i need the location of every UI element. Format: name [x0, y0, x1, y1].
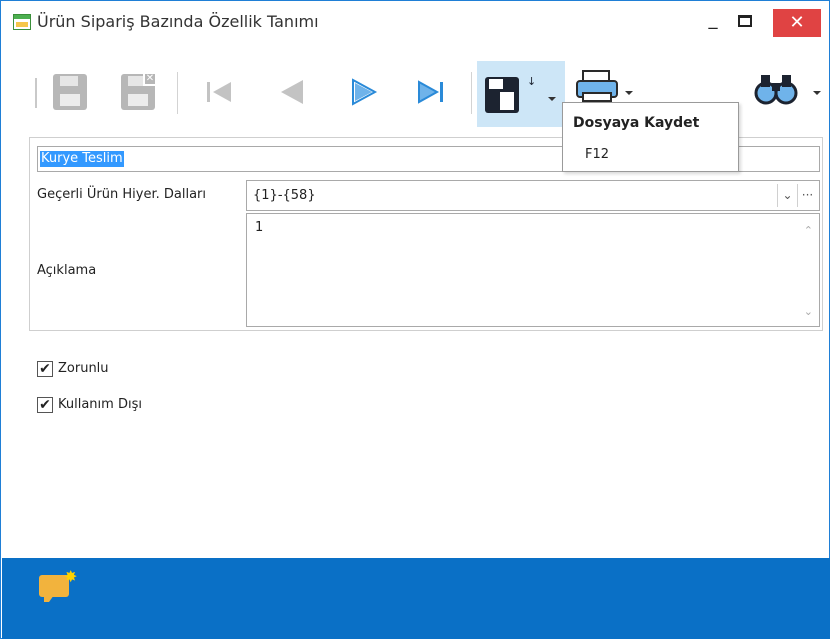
- toolbar-separator: [471, 72, 472, 114]
- next-record-icon: [352, 78, 378, 106]
- required-label: Zorunlu: [58, 361, 109, 376]
- hierarchy-label: Geçerli Ürün Hiyer. Dalları: [37, 187, 207, 202]
- minimize-button[interactable]: _: [701, 11, 725, 33]
- disabled-label: Kullanım Dışı: [58, 397, 142, 412]
- close-button[interactable]: ✕: [773, 9, 821, 37]
- first-record-icon: [207, 82, 231, 102]
- disabled-checkbox[interactable]: ✔: [37, 397, 53, 413]
- description-textarea[interactable]: 1 ⌃ ⌄: [246, 213, 820, 327]
- previous-record-icon: [281, 80, 303, 104]
- description-value: 1: [255, 220, 264, 235]
- search-dropdown-arrow-icon[interactable]: [813, 91, 821, 95]
- previous-record-button[interactable]: [271, 64, 313, 120]
- file-arrow-icon: ↓: [527, 75, 537, 88]
- scroll-down-icon[interactable]: ⌄: [804, 305, 813, 318]
- chevron-down-icon: ⌄: [782, 188, 793, 202]
- binoculars-search-icon: [754, 75, 798, 105]
- maximize-button[interactable]: [738, 15, 752, 27]
- delete-disk-icon: ✕: [121, 72, 157, 110]
- window: Ürün Sipariş Bazında Özellik Tanımı _ ✕ …: [0, 0, 830, 639]
- save-disk-icon: [53, 74, 87, 110]
- ellipsis-icon: ···: [801, 188, 814, 202]
- description-label: Açıklama: [37, 263, 97, 278]
- tooltip: Dosyaya Kaydet F12: [562, 102, 739, 172]
- search-button[interactable]: [753, 69, 823, 109]
- print-icon: [576, 70, 618, 102]
- required-checkbox[interactable]: ✔: [37, 361, 53, 377]
- last-record-button[interactable]: [411, 64, 453, 120]
- name-input-value: Kurye Teslim: [40, 151, 124, 167]
- delete-button[interactable]: ✕: [117, 64, 159, 120]
- save-to-file-button[interactable]: ↓: [477, 61, 565, 127]
- save-dropdown-arrow-icon[interactable]: [548, 97, 556, 101]
- save-to-file-icon: [485, 77, 519, 113]
- last-record-icon: [418, 80, 443, 104]
- hierarchy-combo[interactable]: {1}-{58} ⌄ ···: [246, 180, 820, 211]
- status-bar: [2, 558, 830, 639]
- hierarchy-value: {1}-{58}: [253, 188, 316, 203]
- toolbar-grip[interactable]: [35, 78, 38, 108]
- sparkle-icon: ✸: [64, 567, 78, 586]
- title-bar: Ürün Sipariş Bazında Özellik Tanımı _ ✕: [1, 1, 829, 43]
- scroll-up-icon[interactable]: ⌃: [804, 224, 813, 237]
- save-button[interactable]: [49, 64, 91, 120]
- hierarchy-ellipsis-button[interactable]: ···: [797, 184, 817, 207]
- toolbar-separator: [177, 72, 178, 114]
- hierarchy-dropdown-button[interactable]: ⌄: [777, 184, 797, 207]
- first-record-button[interactable]: [199, 64, 241, 120]
- tooltip-shortcut: F12: [585, 147, 610, 162]
- print-dropdown-arrow-icon[interactable]: [625, 91, 633, 95]
- form-icon: [13, 14, 31, 30]
- tooltip-title: Dosyaya Kaydet: [573, 115, 700, 131]
- window-title: Ürün Sipariş Bazında Özellik Tanımı: [37, 12, 319, 31]
- next-record-button[interactable]: [343, 64, 385, 120]
